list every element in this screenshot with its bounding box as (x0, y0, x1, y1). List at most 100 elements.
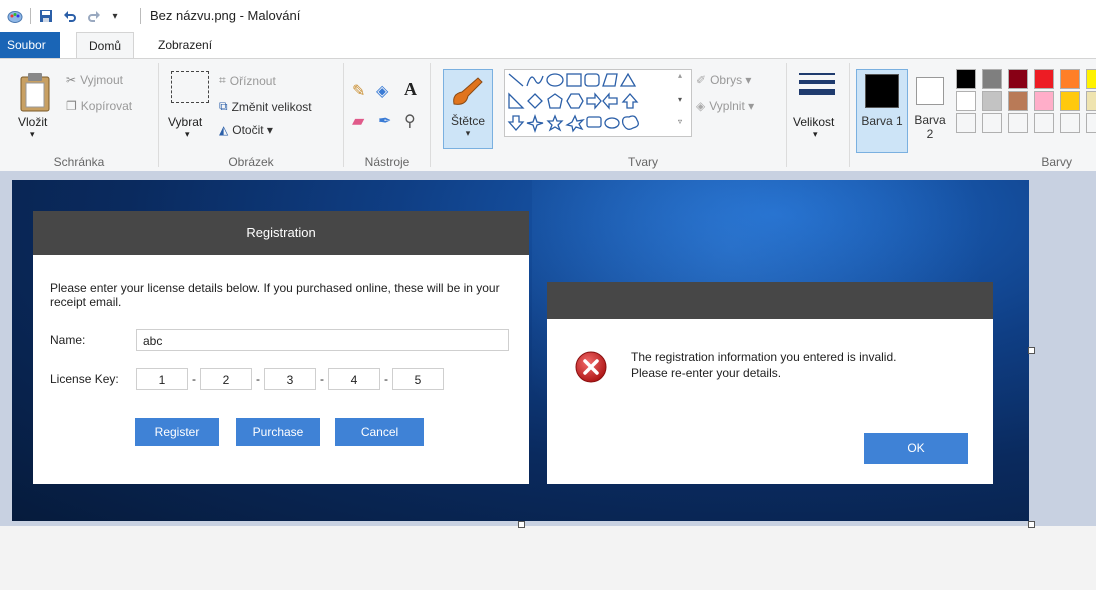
resize-handle-bottom[interactable] (518, 521, 525, 528)
fill-icon: ◈ (696, 99, 706, 113)
group-separator (430, 63, 431, 167)
palette-swatch[interactable] (1060, 113, 1080, 133)
color1-button[interactable]: Barva 1 (856, 69, 908, 153)
key-dash: - (320, 372, 324, 386)
key-dash: - (192, 372, 196, 386)
palette-swatch[interactable] (956, 91, 976, 111)
crop-icon: ⌗ (219, 73, 226, 87)
palette-swatch[interactable] (982, 91, 1002, 111)
copy-button[interactable]: ❐ Kopírovat (66, 99, 132, 113)
image-group-label: Obrázek (228, 155, 274, 169)
magnifier-icon[interactable]: ⚲ (404, 111, 416, 131)
color1-label: Barva 1 (861, 114, 903, 128)
title-bar: ▾ Bez názvu.png - Malování (0, 0, 1096, 32)
palette-swatch[interactable] (956, 69, 976, 89)
license-key-field-3[interactable]: 3 (264, 368, 316, 390)
eraser-icon[interactable]: ▰ (352, 111, 364, 131)
license-key-field-5[interactable]: 5 (392, 368, 444, 390)
purchase-button[interactable]: Purchase (236, 418, 320, 446)
color-picker-icon[interactable]: ✒ (378, 111, 391, 131)
shapes-scroll-down-icon[interactable]: ▾ (678, 95, 682, 104)
tools-group: ✎ ◈ A ▰ ✒ ⚲ Nástroje (344, 59, 430, 171)
clipboard-group-label: Schránka (53, 155, 105, 169)
customize-toolbar-icon[interactable]: ▾ (108, 8, 122, 24)
size-icon (799, 73, 835, 95)
fill-button[interactable]: ◈ Vyplnit ▾ (696, 99, 754, 113)
shapes-gallery[interactable] (504, 69, 692, 137)
outline-label: Obrys ▾ (710, 73, 752, 87)
palette-swatch[interactable] (1086, 113, 1096, 133)
crop-label: Oříznout (229, 73, 276, 88)
rotate-label: Otočit ▾ (232, 123, 273, 137)
save-icon[interactable] (38, 8, 54, 24)
copy-icon: ❐ (66, 99, 77, 113)
license-key-field-4[interactable]: 4 (328, 368, 380, 390)
tab-file[interactable]: Soubor (0, 32, 60, 58)
error-icon (574, 350, 608, 387)
clipboard-icon (20, 73, 50, 112)
undo-icon[interactable] (62, 8, 78, 24)
ok-button[interactable]: OK (864, 433, 968, 464)
redo-icon[interactable] (86, 8, 102, 24)
select-label[interactable]: Vybrat (168, 115, 202, 129)
tab-home[interactable]: Domů (76, 32, 135, 59)
resize-handle-corner[interactable] (1028, 521, 1035, 528)
clipboard-group: Vložit ▾ ✂ Vyjmout ❐ Kopírovat Schránka (0, 59, 158, 171)
fill-label: Vyplnit ▾ (709, 99, 755, 113)
fill-bucket-icon[interactable]: ◈ (376, 81, 388, 101)
brushes-button[interactable]: Štětce ▾ (443, 69, 493, 149)
palette-swatch[interactable] (1008, 113, 1028, 133)
palette-swatch[interactable] (1060, 91, 1080, 111)
crop-button[interactable]: ⌗ Oříznout (219, 73, 276, 88)
palette-swatch[interactable] (1086, 69, 1096, 89)
palette-swatch[interactable] (982, 113, 1002, 133)
color2-button[interactable]: Barva 2 (912, 69, 952, 151)
error-message-line2: Please re-enter your details. (631, 366, 782, 380)
paste-dropdown-icon[interactable]: ▾ (30, 129, 35, 140)
registration-dialog: Registration Please enter your license d… (33, 211, 529, 484)
rotate-button[interactable]: ◭ Otočit ▾ (219, 123, 273, 137)
resize-label: Změnit velikost (231, 99, 312, 114)
title-separator (30, 8, 31, 24)
palette-swatch[interactable] (956, 113, 976, 133)
cancel-button[interactable]: Cancel (335, 418, 424, 446)
cut-label: Vyjmout (80, 73, 123, 87)
select-dropdown-icon[interactable]: ▾ (185, 129, 190, 140)
rotate-icon: ◭ (219, 123, 229, 137)
name-field[interactable]: abc (136, 329, 509, 351)
shapes-group-label: Tvary (628, 155, 658, 169)
palette-swatch[interactable] (1060, 69, 1080, 89)
size-label: Velikost (793, 115, 835, 129)
shapes-scroll-up-icon[interactable]: ▴ (678, 71, 682, 80)
palette-swatch[interactable] (1086, 91, 1096, 111)
pencil-icon[interactable]: ✎ (352, 81, 365, 101)
palette-swatch[interactable] (1008, 69, 1028, 89)
error-dialog: The registration information you entered… (547, 282, 993, 484)
colors-group: Barva 1 Barva 2 Barvy (850, 59, 1096, 171)
shapes-expand-icon[interactable]: ▿ (678, 117, 682, 126)
paste-label[interactable]: Vložit (18, 115, 47, 129)
license-key-label: License Key: (50, 372, 119, 386)
palette-swatch[interactable] (1034, 113, 1054, 133)
palette-swatch[interactable] (982, 69, 1002, 89)
resize-button[interactable]: ⧉ Změnit velikost (219, 99, 312, 114)
cut-button[interactable]: ✂ Vyjmout (66, 73, 123, 87)
palette-swatch[interactable] (1034, 91, 1054, 111)
palette-swatch[interactable] (1034, 69, 1054, 89)
outline-button[interactable]: ✐ Obrys ▾ (696, 73, 751, 87)
window-title: Bez názvu.png - Malování (150, 8, 301, 23)
resize-handle-right[interactable] (1028, 347, 1035, 354)
paste-button[interactable] (18, 71, 52, 116)
palette-swatch[interactable] (1008, 91, 1028, 111)
select-icon[interactable] (171, 71, 209, 103)
license-key-field-1[interactable]: 1 (136, 368, 188, 390)
colors-group-label: Barvy (1041, 155, 1072, 169)
resize-icon: ⧉ (219, 99, 228, 113)
text-tool-icon[interactable]: A (404, 79, 417, 100)
register-button[interactable]: Register (135, 418, 219, 446)
size-group[interactable]: Velikost ▾ (787, 59, 849, 171)
tab-view[interactable]: Zobrazení (146, 32, 224, 58)
color1-swatch (865, 74, 899, 108)
paint-app-icon[interactable] (6, 8, 24, 24)
license-key-field-2[interactable]: 2 (200, 368, 252, 390)
